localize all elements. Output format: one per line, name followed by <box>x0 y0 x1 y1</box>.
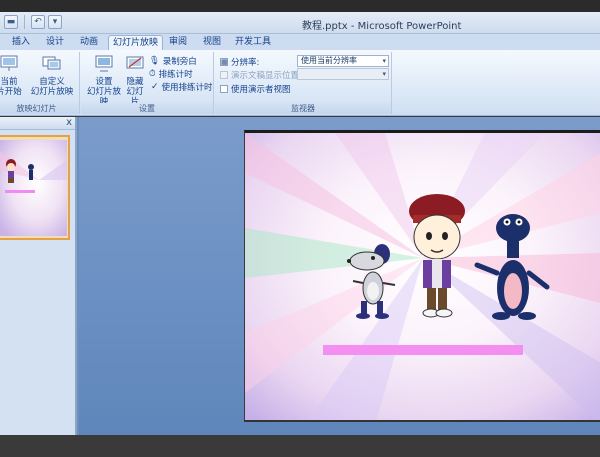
start-group-label: 放映幻灯片 <box>0 103 79 114</box>
rehearse-timings-button[interactable]: ⏱ 排练计时 <box>149 68 193 80</box>
start-slideshow-group: 当前 片开始 自定义 幻灯片放映 放映幻灯片 <box>0 52 80 114</box>
quick-access-toolbar: ▬ ↶ ▾ <box>4 15 62 29</box>
microphone-icon: 🎙 <box>149 55 160 66</box>
from-current-line2: 片开始 <box>0 87 22 97</box>
rehearse-timings-label: 排练计时 <box>158 69 193 80</box>
hide-slide-button[interactable]: 隐藏 幻灯片 <box>123 54 147 107</box>
slideshow-current-icon <box>0 55 18 71</box>
resolution-select[interactable]: 使用当前分辨率 ▾ <box>297 55 389 67</box>
resolution-value: 使用当前分辨率 <box>301 56 357 65</box>
tab-developer[interactable]: 开发工具 <box>231 35 275 50</box>
bottom-strip <box>0 435 600 457</box>
window-title: 教程.pptx - Microsoft PowerPoint <box>302 21 462 32</box>
top-strip <box>0 0 600 12</box>
monitor-icon <box>220 70 228 79</box>
chevron-down-icon: ▾ <box>382 57 386 65</box>
thumbnail-preview <box>0 140 67 236</box>
resolution-row: ▦ 分辨率: <box>220 56 260 68</box>
custom-slideshow-button[interactable]: 自定义 幻灯片放映 <box>30 54 74 97</box>
slide-image <box>245 133 600 420</box>
thumbnail-image <box>0 140 67 236</box>
slides-pane: x <box>0 117 77 435</box>
ribbon: 当前 片开始 自定义 幻灯片放映 放映幻灯片 设置 幻灯片放映 隐藏 幻灯片 🎙… <box>0 50 600 116</box>
resolution-label: 分辨率: <box>231 57 260 68</box>
record-narration-label: 录制旁白 <box>162 56 197 67</box>
show-on-label: 演示文稿显示位置: <box>231 70 302 81</box>
qat-dropdown-icon[interactable]: ▾ <box>48 15 62 29</box>
chevron-down-icon: ▾ <box>382 70 386 78</box>
setup-slideshow-icon <box>95 55 113 72</box>
save-icon[interactable]: ▬ <box>4 15 18 29</box>
undo-icon[interactable]: ↶ <box>31 15 45 29</box>
from-current-slide-button[interactable]: 当前 片开始 <box>0 54 22 97</box>
presenter-view-label: 使用演示者视图 <box>231 84 291 95</box>
show-on-select[interactable]: ▾ <box>297 68 389 80</box>
setup-group-label: 设置 <box>81 103 213 114</box>
checkbox-box <box>220 84 228 93</box>
clock-icon: ⏱ <box>149 68 156 79</box>
hide-line1: 隐藏 <box>126 77 144 87</box>
monitors-group: ▦ 分辨率: 使用当前分辨率 ▾ 演示文稿显示位置: ▾ 使用演示者视图 监视器 <box>215 52 392 114</box>
tab-slide-show[interactable]: 幻灯片放映 <box>108 35 164 50</box>
title-bar: ▬ ↶ ▾ 教程.pptx - Microsoft PowerPoint <box>0 12 600 34</box>
close-icon[interactable]: x <box>66 117 72 128</box>
setup-slideshow-button[interactable]: 设置 幻灯片放映 <box>85 54 123 107</box>
hide-slide-icon <box>126 56 144 69</box>
pink-bar <box>323 345 523 355</box>
ribbon-tabs: 插入 设计 动画 幻灯片放映 审阅 视图 开发工具 <box>0 34 600 50</box>
custom-show-line1: 自定义 <box>39 77 65 87</box>
use-rehearsed-label: 使用排练计时 <box>161 82 213 93</box>
tab-design[interactable]: 设计 <box>42 35 68 50</box>
presenter-view-checkbox[interactable]: 使用演示者视图 <box>220 83 291 95</box>
setup-line1: 设置 <box>95 77 113 87</box>
slides-pane-header: x <box>0 117 75 130</box>
slide-thumbnail[interactable] <box>0 135 70 240</box>
tab-review[interactable]: 审阅 <box>165 35 191 50</box>
setup-group: 设置 幻灯片放映 隐藏 幻灯片 🎙 录制旁白 ⏱ 排练计时 ✓ 使用排练计时 设… <box>81 52 214 114</box>
checkmark-icon: ✓ <box>151 81 159 92</box>
custom-show-icon <box>42 56 61 70</box>
from-current-line1: 当前 <box>0 77 18 87</box>
slide-canvas-area <box>79 117 600 435</box>
qat-separator <box>24 15 25 29</box>
record-narration-button[interactable]: 🎙 录制旁白 <box>149 55 197 67</box>
tab-animations[interactable]: 动画 <box>76 35 102 50</box>
workspace: x <box>0 117 600 435</box>
use-rehearsed-checkbox[interactable]: ✓ 使用排练计时 <box>151 81 213 93</box>
monitors-group-label: 监视器 <box>215 103 391 114</box>
show-on-row: 演示文稿显示位置: <box>220 69 302 81</box>
current-slide[interactable] <box>244 130 600 422</box>
custom-show-line2: 幻灯片放映 <box>30 87 74 97</box>
resolution-icon: ▦ <box>220 57 228 66</box>
tab-view[interactable]: 视图 <box>199 35 225 50</box>
tab-insert[interactable]: 插入 <box>8 35 34 50</box>
